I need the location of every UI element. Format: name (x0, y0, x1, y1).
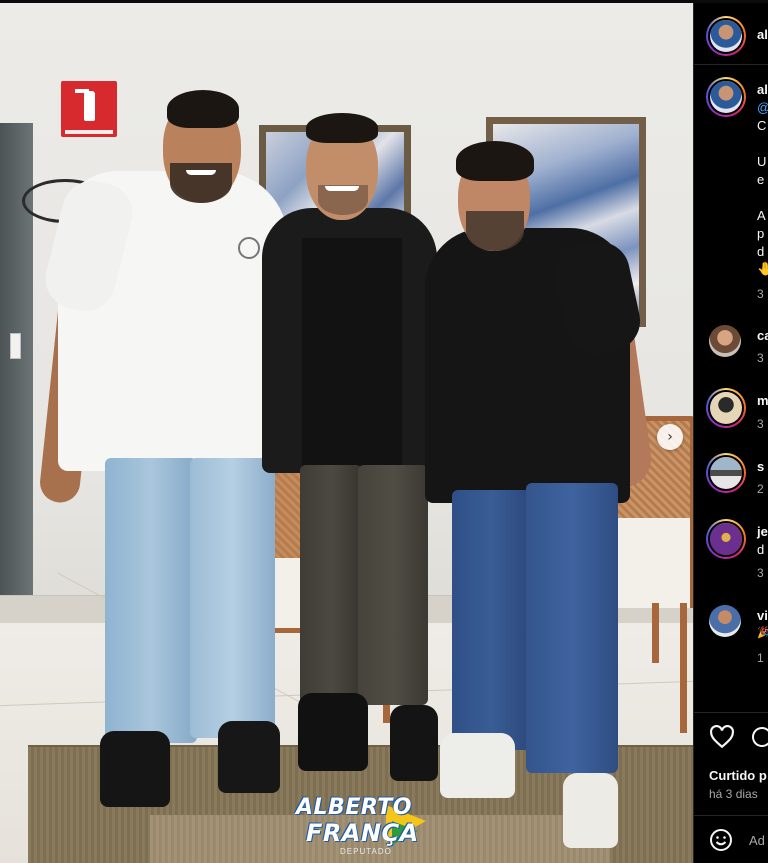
caption-line: e (757, 172, 765, 187)
caption-line: A (757, 208, 766, 223)
post-side-panel: al al @ C U e A p d 🤚 3 ca 3 m 3 s 2 je … (693, 3, 768, 863)
comment-username[interactable]: s (757, 459, 764, 474)
caption-line: U (757, 154, 767, 169)
liked-by-text[interactable]: Curtido p (709, 768, 767, 783)
caption-line: C (757, 118, 767, 133)
logo-line2: FRANÇA (306, 819, 419, 847)
comment-avatar[interactable] (706, 519, 746, 559)
header-avatar[interactable] (706, 16, 746, 56)
comment-text: d (757, 542, 765, 557)
caption-line: d (757, 244, 765, 259)
comment-username[interactable]: je (757, 524, 768, 539)
wall-switch (10, 333, 21, 359)
header-username[interactable]: al (757, 27, 768, 42)
caption-avatar[interactable] (706, 77, 746, 117)
comment-time: 3 (757, 566, 764, 580)
add-comment-input[interactable]: Ad (749, 833, 765, 848)
heart-icon[interactable] (709, 725, 735, 749)
comment-time: 2 (757, 482, 764, 496)
comment-avatar[interactable] (706, 388, 746, 428)
comment-icon[interactable] (749, 725, 768, 749)
comment-time: 3 (757, 417, 764, 431)
campaign-logo: ALBERTO FRANÇA DEPUTADO (296, 795, 436, 860)
emoji-icon[interactable] (709, 828, 733, 852)
caption-username[interactable]: al (757, 82, 768, 97)
caption-emoji: 🤚 (757, 262, 768, 277)
comment-avatar[interactable] (709, 605, 741, 637)
caption-line: p (757, 226, 765, 241)
comment-time: 1 (757, 651, 764, 665)
chevron-right-icon[interactable]: › (657, 424, 683, 450)
comment-username[interactable]: ca (757, 328, 768, 343)
caption-mention[interactable]: @ (757, 100, 768, 115)
post-date: há 3 dias (709, 787, 758, 801)
caption-time[interactable]: 3 (757, 287, 764, 301)
logo-subtitle: DEPUTADO (340, 847, 392, 856)
comment-username[interactable]: vi (757, 608, 768, 623)
comment-avatar[interactable] (709, 325, 741, 357)
comment-text: 🎉 (757, 626, 768, 639)
fire-extinguisher-sign (61, 81, 117, 137)
logo-line1: ALBERTO (296, 795, 413, 820)
comment-avatar[interactable] (706, 453, 746, 493)
post-photo[interactable]: ALBERTO FRANÇA DEPUTADO › (0, 3, 693, 863)
comment-username[interactable]: m (757, 393, 768, 408)
comment-time: 3 (757, 351, 764, 365)
